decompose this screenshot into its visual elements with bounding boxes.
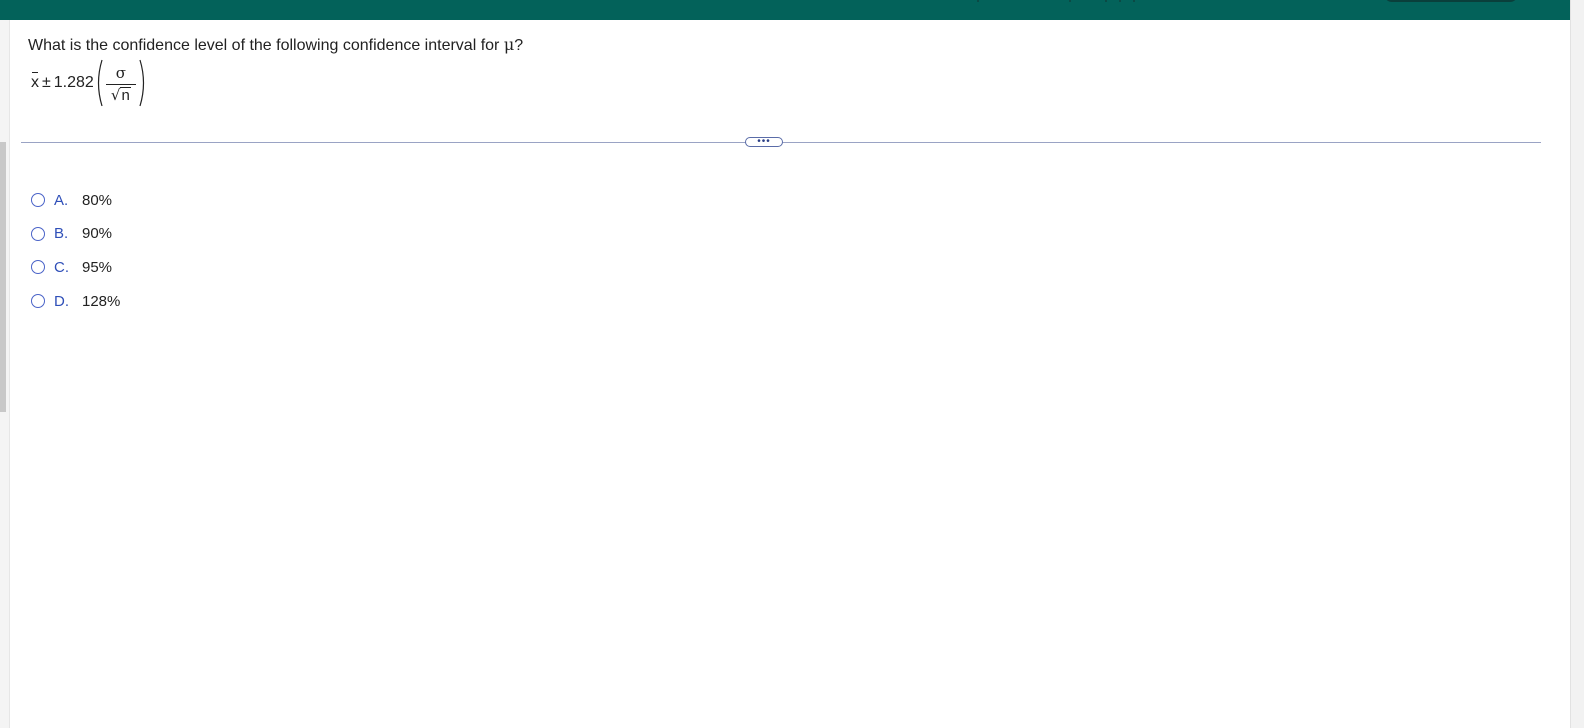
right-scrollbar[interactable] [1570, 0, 1584, 728]
sample-mean-symbol: x [31, 72, 39, 92]
option-value: 128% [82, 292, 121, 310]
question-mark: ? [514, 37, 524, 54]
option-c[interactable]: C. 95% [31, 256, 120, 278]
option-d[interactable]: D. 128% [31, 290, 120, 312]
topbar-tick [977, 0, 979, 2]
question-label: What is the confidence level of the foll… [28, 37, 500, 54]
option-value: 90% [82, 225, 113, 243]
sigma-numerator: σ [115, 64, 126, 82]
option-value: 95% [82, 258, 113, 276]
radio-button[interactable] [31, 193, 45, 207]
left-scrollbar-thumb[interactable] [0, 142, 6, 412]
expand-more-button[interactable]: ••• [745, 137, 783, 147]
left-scroll-rail [0, 20, 10, 728]
critical-value: 1.282 [53, 74, 94, 91]
confidence-interval-formula: x ± 1.282 σ √ n [31, 56, 148, 110]
option-b[interactable]: B. 90% [31, 223, 120, 245]
radio-button[interactable] [31, 294, 45, 309]
radio-button[interactable] [31, 226, 45, 241]
topbar-tick [1133, 0, 1135, 2]
fraction-bar [105, 84, 136, 85]
plus-minus-symbol: ± [42, 74, 51, 91]
option-letter: B. [54, 225, 69, 243]
xbar-overline [32, 72, 38, 73]
option-letter: A. [54, 191, 69, 209]
top-bar [0, 0, 1570, 20]
mu-symbol: μ [503, 35, 515, 54]
sqrt-symbol: √ [110, 86, 121, 104]
option-letter: D. [54, 292, 69, 310]
topbar-tick [1105, 0, 1107, 2]
sqrt-argument: n [120, 87, 131, 104]
right-parenthesis [139, 59, 144, 107]
standard-error-fraction: σ √ n [105, 62, 136, 104]
option-a[interactable]: A. 80% [31, 189, 120, 211]
topbar-tick [1069, 0, 1071, 2]
option-letter: C. [54, 258, 69, 276]
sqrt-n-denominator: √ n [111, 86, 131, 104]
radio-button[interactable] [31, 260, 45, 275]
option-value: 80% [82, 191, 113, 209]
left-parenthesis [97, 59, 103, 107]
xbar-letter: x [31, 74, 39, 91]
answer-options: A. 80% B. 90% C. 95% D. 128% [31, 189, 120, 324]
topbar-tick [1119, 0, 1121, 2]
top-bar-button[interactable] [1384, 0, 1518, 2]
question-text: What is the confidence level of the foll… [28, 35, 523, 55]
